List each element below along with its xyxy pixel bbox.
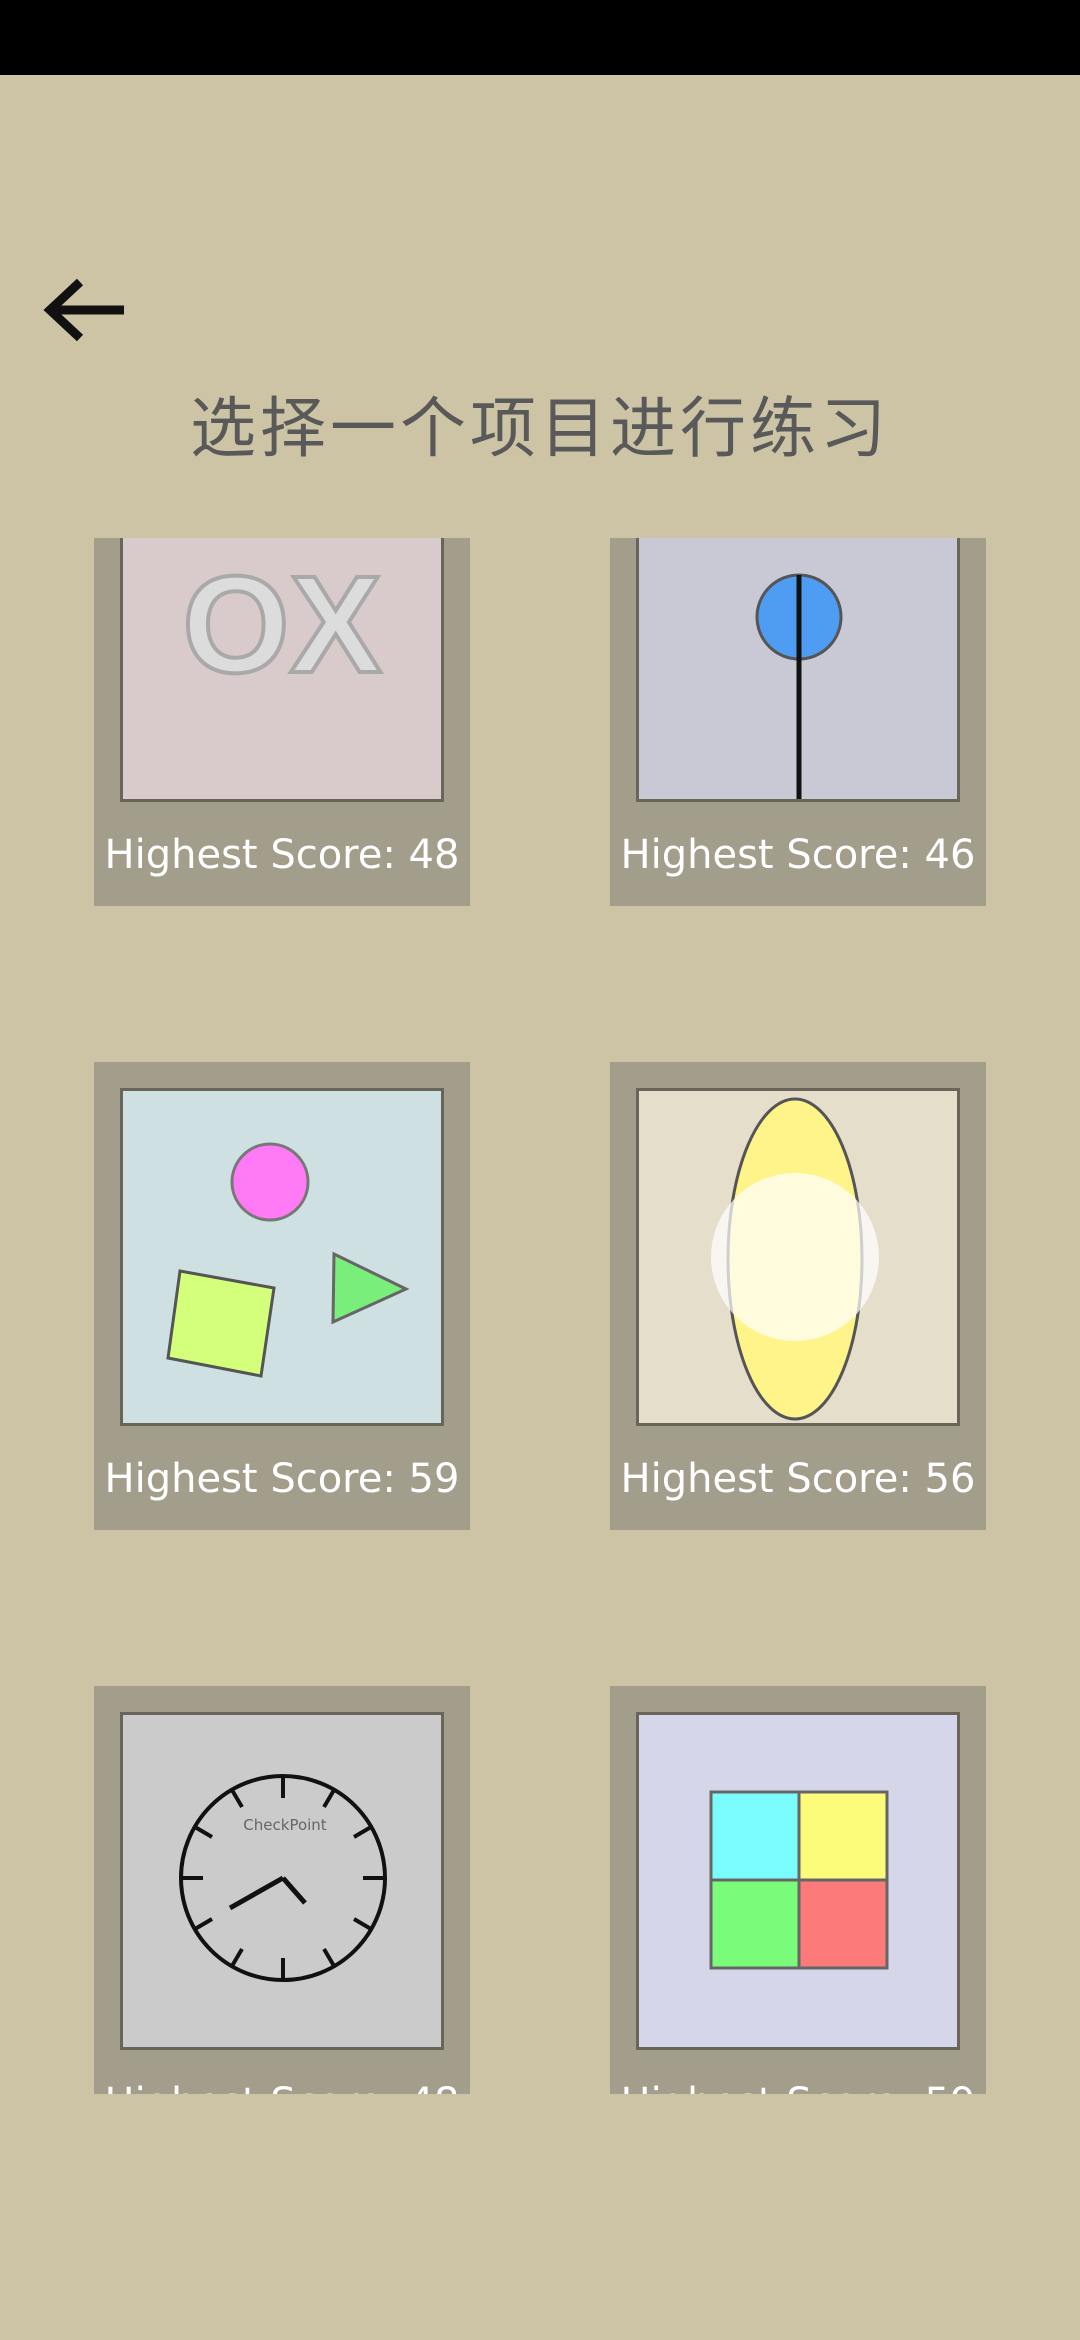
exercise-thumbnail (120, 1088, 444, 1426)
exercise-card-clock[interactable]: CheckPoint Highest Score: 48 (94, 1686, 470, 2094)
clock-icon: CheckPoint (179, 1774, 387, 1982)
ellipse-glow-icon (711, 1097, 879, 1421)
svg-text:OX: OX (182, 548, 381, 702)
ox-icon: OX (180, 546, 383, 704)
arrow-left-icon (43, 278, 124, 342)
highest-score-label: Highest Score: 59 (104, 1456, 460, 1502)
exercise-card-ox[interactable]: OX Highest Score: 48 (94, 538, 470, 906)
highest-score-label: Highest Score: 48 (94, 2058, 470, 2094)
shapes-icon (166, 1142, 410, 1378)
highest-score-label: Highest Score: 46 (620, 832, 976, 878)
exercise-thumbnail (636, 1712, 960, 2050)
back-button[interactable] (36, 268, 136, 352)
status-bar (0, 0, 1080, 75)
exercise-grid[interactable]: OX Highest Score: 48 Highest Score: 46 H… (0, 538, 1080, 2094)
exercise-card-shapes[interactable]: Highest Score: 59 (94, 1062, 470, 1530)
pendulum-icon (755, 573, 843, 799)
exercise-thumbnail: CheckPoint (120, 1712, 444, 2050)
color-grid-icon (709, 1790, 889, 1970)
page-title: 选择一个项目进行练习 (190, 390, 890, 467)
exercise-thumbnail (636, 538, 960, 802)
exercise-thumbnail (636, 1088, 960, 1426)
exercise-thumbnail: OX (120, 538, 444, 802)
exercise-card-pendulum[interactable]: Highest Score: 46 (610, 538, 986, 906)
highest-score-label: Highest Score: 56 (620, 1456, 976, 1502)
exercise-card-ellipse[interactable]: Highest Score: 56 (610, 1062, 986, 1530)
highest-score-label: Highest Score: 59 (610, 2058, 986, 2094)
svg-text:CheckPoint: CheckPoint (243, 1816, 327, 1834)
exercise-card-color-grid[interactable]: Highest Score: 59 (610, 1686, 986, 2094)
highest-score-label: Highest Score: 48 (104, 832, 460, 878)
